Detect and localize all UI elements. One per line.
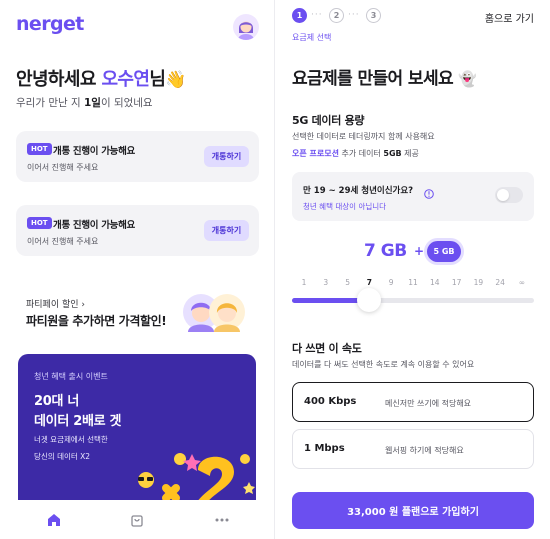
youth-toggle[interactable] [495, 187, 523, 203]
days-together-text: 우리가 만난 지 1일이 되었네요 [16, 97, 153, 109]
ghost-icon: 👻 [458, 70, 477, 88]
data-slider-thumb[interactable] [357, 288, 382, 312]
speed-section-description: 데이터를 다 써도 선택한 속도로 계속 이용할 수 있어요 [292, 360, 475, 369]
speed-section-title: 다 쓰면 이 속도 [292, 342, 362, 355]
event-subtitle-line-1: 너겟 요금제에서 선택한 [34, 435, 108, 444]
page-title: 요금제를 만들어 보세요 👻 [292, 69, 477, 89]
youth-event-banner[interactable]: 청년 혜택 출시 이벤트 20대 너 데이터 2배로 겟 너겟 요금제에서 선택… [18, 354, 256, 514]
home-icon[interactable] [46, 512, 62, 528]
plan-builder-screen: 1 ··· 2 ··· 3 홈으로 가기 요금제 선택 요금제를 만들어 보세요… [275, 0, 550, 539]
data-slider-ticks: 1 3 5 7 9 11 14 17 19 24 ∞ [292, 278, 534, 290]
info-icon[interactable] [424, 184, 434, 199]
event-tag: 청년 혜택 출시 이벤트 [34, 372, 108, 381]
bonus-data-badge: 5 GB [427, 241, 461, 262]
plus-sign: + [414, 244, 425, 258]
party-members-illustration [181, 292, 247, 332]
hot-badge: HOT [27, 143, 52, 155]
waving-hand-icon: 👋 [165, 70, 186, 90]
speed-description: 메신저만 쓰기에 적당해요 [385, 399, 472, 408]
event-subtitle-line-2: 당신의 데이터 X2 [34, 452, 91, 461]
hot-card-title: 개통 진행이 가능해요 [53, 146, 135, 157]
home-screen: nerget 안녕하세요 오수연님👋 우리가 만난 지 1일이 되었네요 HOT… [0, 0, 274, 539]
greeting-title: 안녕하세요 오수연님👋 [16, 69, 186, 90]
step-separator: ··· [311, 10, 323, 20]
event-title-line-2: 데이터 2배로 겟 [34, 414, 122, 429]
slider-tick-label: 14 [430, 278, 440, 287]
youth-eligibility-note: 청년 혜택 대상이 아닙니다 [303, 202, 387, 211]
profile-avatar[interactable] [233, 14, 259, 40]
slider-tick-label: 24 [495, 278, 505, 287]
activate-button[interactable]: 개통하기 [204, 146, 249, 167]
selected-data-amount: 7 GB [364, 241, 407, 261]
activate-button[interactable]: 개통하기 [204, 220, 249, 241]
slider-tick-label: 11 [408, 278, 418, 287]
step-separator: ··· [348, 10, 360, 20]
slider-tick-label: 7 [366, 278, 372, 287]
slider-tick-label: 19 [473, 278, 484, 287]
subscribe-plan-button[interactable]: 33,000 원 플랜으로 가입하기 [292, 492, 534, 529]
bottom-navigation [0, 500, 274, 539]
more-icon[interactable] [214, 512, 230, 528]
user-name: 오수연 [101, 69, 150, 90]
speed-option-1mbps[interactable]: 1 Mbps 웹서핑 하기에 적당해요 [292, 429, 534, 469]
step-indicator-1: 1 [292, 8, 307, 23]
hot-card-subtitle: 이어서 진행해 주세요 [27, 163, 99, 172]
step-indicator-3: 3 [366, 8, 381, 23]
slider-tick-label: 1 [301, 278, 307, 287]
youth-question: 만 19 ~ 29세 청년이신가요? [303, 186, 414, 196]
slider-tick-label: 3 [323, 278, 329, 287]
speed-description: 웹서핑 하기에 적당해요 [385, 446, 464, 455]
event-title-line-1: 20대 너 [34, 394, 80, 409]
toggle-knob [497, 189, 509, 201]
speed-option-400kbps[interactable]: 400 Kbps 메신저만 쓰기에 적당해요 [292, 382, 534, 422]
hot-activation-card[interactable]: HOT 개통 진행이 가능해요 이어서 진행해 주세요 개통하기 [16, 131, 259, 182]
nerget-logo[interactable]: nerget [16, 13, 84, 35]
data-section-description: 선택한 데이터로 테더링까지 함께 사용해요 [292, 132, 435, 141]
hot-card-title: 개통 진행이 가능해요 [53, 220, 135, 231]
party-discount-label[interactable]: 파티페이 할인 › [26, 297, 85, 310]
step-label: 요금제 선택 [292, 33, 332, 42]
speed-value: 1 Mbps [304, 443, 345, 454]
party-discount-headline: 파티원을 추가하면 가격할인! [26, 314, 167, 328]
open-promotion-text: 오픈 프로모션 추가 데이터 5GB 제공 [292, 149, 419, 158]
chevron-right-icon: › [81, 300, 86, 310]
shopping-bag-icon[interactable] [129, 512, 145, 528]
hot-card-subtitle: 이어서 진행해 주세요 [27, 237, 99, 246]
slider-tick-label: ∞ [518, 278, 526, 287]
hot-activation-card[interactable]: HOT 개통 진행이 가능해요 이어서 진행해 주세요 개통하기 [16, 205, 259, 256]
slider-tick-label: 9 [388, 278, 394, 287]
data-section-title: 5G 데이터 용량 [292, 114, 365, 127]
speed-value: 400 Kbps [304, 396, 357, 407]
hot-badge: HOT [27, 217, 52, 229]
slider-tick-label: 17 [451, 278, 462, 287]
go-home-link[interactable]: 홈으로 가기 [485, 10, 534, 25]
youth-eligibility-box: 만 19 ~ 29세 청년이신가요? 청년 혜택 대상이 아닙니다 [292, 172, 534, 221]
slider-tick-label: 5 [345, 278, 350, 287]
step-indicator-2: 2 [329, 8, 344, 23]
